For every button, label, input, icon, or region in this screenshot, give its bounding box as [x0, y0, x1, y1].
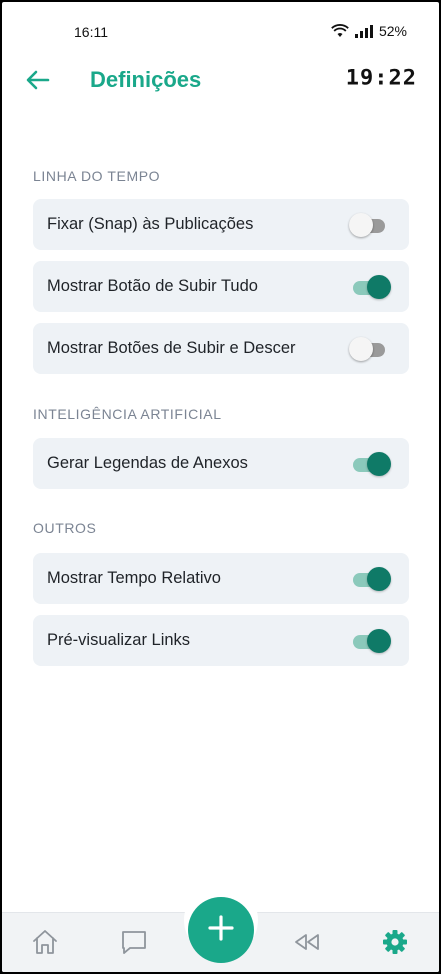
status-bar: 16:11 52% — [2, 2, 439, 58]
add-icon — [206, 913, 236, 948]
setting-row-snap-posts[interactable]: Fixar (Snap) às Publicações — [33, 199, 409, 250]
arrow-left-icon — [24, 70, 52, 98]
setting-label: Mostrar Tempo Relativo — [47, 569, 221, 587]
status-right: 52% — [331, 23, 407, 39]
setting-label: Pré-visualizar Links — [47, 631, 191, 649]
home-icon[interactable] — [30, 927, 60, 957]
rewind-icon[interactable] — [291, 927, 321, 957]
setting-row-up-down-buttons[interactable]: Mostrar Botões de Subir e Descer — [33, 323, 409, 374]
setting-row-scroll-to-top[interactable]: Mostrar Botão de Subir Tudo — [33, 261, 409, 312]
header-clock: 19:22 — [345, 66, 417, 91]
setting-label: Mostrar Botões de Subir e Descer — [47, 339, 296, 357]
battery-level: 52% — [378, 23, 407, 39]
up-down-buttons-toggle[interactable] — [349, 335, 391, 361]
chat-icon[interactable] — [119, 927, 149, 957]
relative-time-toggle[interactable] — [351, 565, 391, 591]
page-title: Definições — [90, 67, 202, 92]
signal-icon — [354, 24, 373, 38]
section-label-timeline: LINHA DO TEMPO — [33, 168, 161, 184]
setting-label: Gerar Legendas de Anexos — [47, 454, 248, 472]
section-label-ai: INTELIGÊNCIA ARTIFICIAL — [33, 406, 222, 422]
scroll-to-top-toggle[interactable] — [351, 273, 391, 299]
wifi-icon — [331, 24, 349, 38]
setting-label: Mostrar Botão de Subir Tudo — [47, 277, 258, 295]
toggle-thumb — [367, 275, 391, 299]
app-header: Definições 19:22 — [2, 58, 439, 106]
attachment-captions-toggle[interactable] — [351, 450, 391, 476]
toggle-thumb — [367, 629, 391, 653]
settings-icon[interactable] — [380, 927, 410, 957]
section-label-others: OUTROS — [33, 520, 97, 536]
toggle-thumb — [349, 213, 373, 237]
app-screen: 16:11 52% Definições 19:22 LINHA DO TEMP… — [2, 2, 439, 972]
snap-posts-toggle[interactable] — [349, 211, 391, 237]
back-button[interactable] — [24, 66, 52, 94]
toggle-thumb — [367, 567, 391, 591]
status-time: 16:11 — [74, 24, 108, 40]
add-post-button[interactable] — [188, 897, 254, 963]
toggle-thumb — [349, 337, 373, 361]
setting-label: Fixar (Snap) às Publicações — [47, 215, 254, 233]
link-preview-toggle[interactable] — [351, 627, 391, 653]
setting-row-attachment-captions[interactable]: Gerar Legendas de Anexos — [33, 438, 409, 489]
toggle-thumb — [367, 452, 391, 476]
setting-row-link-preview[interactable]: Pré-visualizar Links — [33, 615, 409, 666]
setting-row-relative-time[interactable]: Mostrar Tempo Relativo — [33, 553, 409, 604]
